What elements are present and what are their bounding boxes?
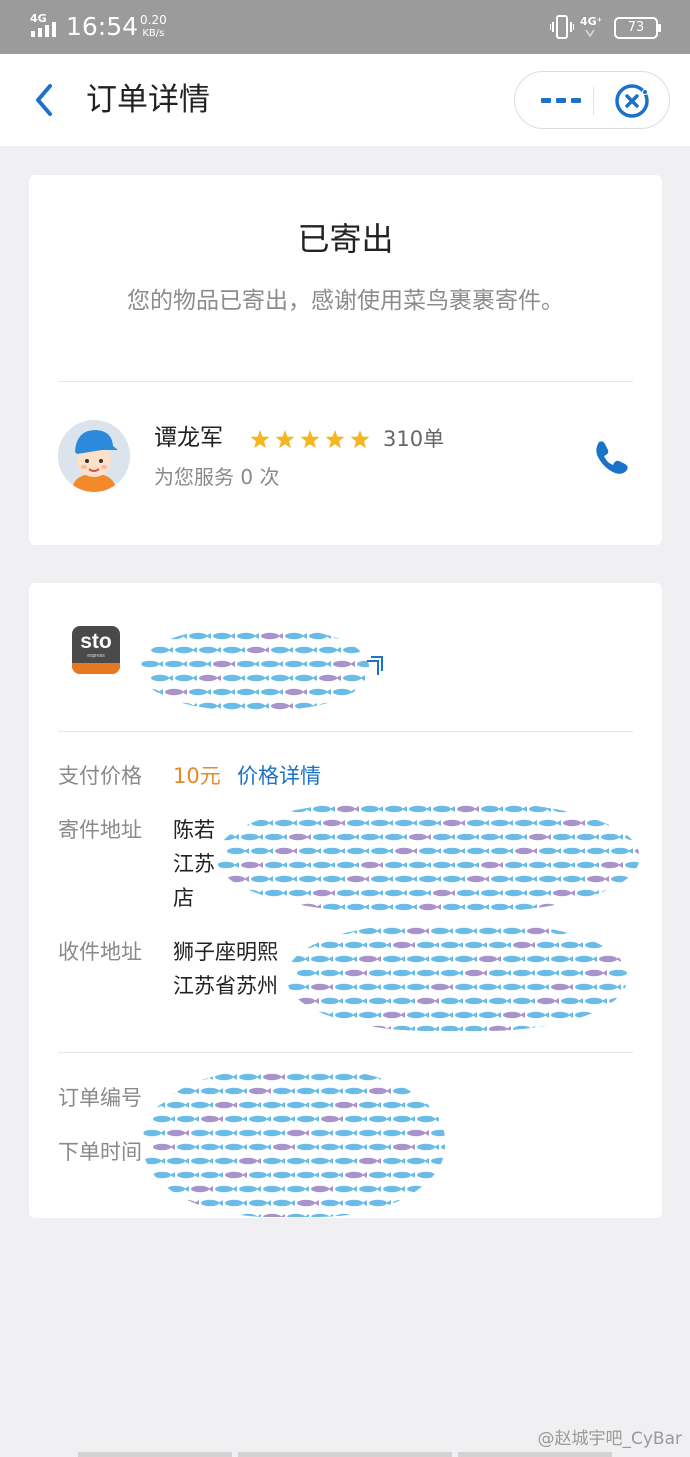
mini-app-capsule	[514, 71, 670, 129]
signal-icon: 4G	[30, 12, 56, 37]
svg-text:4G⁺: 4G⁺	[580, 15, 603, 28]
receiver-address-line-1: 狮子座明熙	[173, 940, 278, 964]
divider	[58, 381, 633, 382]
clock: 16:54	[66, 12, 139, 41]
redaction-pattern	[141, 632, 369, 710]
bottom-bar-segment	[78, 1452, 232, 1457]
price-label: 支付价格	[58, 764, 142, 788]
order-status-title: 已寄出	[297, 220, 394, 258]
star-icon	[250, 430, 270, 449]
close-circle-icon[interactable]	[609, 80, 655, 122]
vibrate-icon	[550, 15, 574, 39]
price-value: 10元	[173, 764, 221, 788]
receiver-address-line-2: 江苏省苏州	[173, 974, 278, 998]
star-icon	[275, 430, 295, 449]
network-4g-icon: 4G⁺	[580, 15, 603, 38]
order-detail-card: sto express 支付价格 10元 价格详情 寄件地址 陈若 江苏 店 收…	[29, 583, 662, 1218]
bottom-bar-segment	[458, 1452, 612, 1457]
carrier-logo-band	[72, 663, 120, 674]
redaction-scribble	[287, 923, 627, 1031]
svg-text:4G: 4G	[30, 12, 47, 25]
star-icon	[300, 430, 320, 449]
order-time-label: 下单时间	[58, 1140, 142, 1164]
battery-indicator: 73	[614, 17, 661, 39]
courier-avatar	[58, 420, 130, 492]
speed-value: 0.20	[140, 13, 167, 27]
redaction-scribble	[217, 801, 639, 913]
order-status-description: 您的物品已寄出，感谢使用菜鸟裹裹寄件。	[127, 288, 564, 314]
redaction-pattern	[143, 1073, 445, 1217]
carrier-logo: sto express	[72, 626, 120, 674]
redaction-scribble	[141, 628, 369, 710]
sender-address-label: 寄件地址	[58, 818, 142, 842]
courier-order-count: 310单	[383, 427, 445, 451]
status-bar: 4G 16:54 0.20 KB/s 4G⁺ 73	[0, 0, 690, 54]
redaction-scribble	[143, 1069, 445, 1217]
order-number-label: 订单编号	[58, 1086, 142, 1110]
phone-icon[interactable]	[591, 437, 631, 477]
redaction-pattern	[287, 927, 627, 1031]
star-icon	[325, 430, 345, 449]
divider	[58, 731, 633, 732]
capsule-divider	[593, 87, 594, 115]
carrier-logo-text: sto	[80, 630, 112, 653]
more-dots-icon[interactable]	[531, 80, 591, 120]
network-speed: 0.20 KB/s	[140, 13, 167, 41]
rating-stars	[250, 430, 370, 449]
copy-icon[interactable]	[364, 655, 384, 679]
sender-address-line-1: 陈若	[173, 818, 215, 842]
price-detail-link[interactable]: 价格详情	[237, 759, 321, 793]
courier-avatar-icon	[58, 420, 130, 492]
watermark: @赵城宇吧_CyBar	[537, 1429, 683, 1449]
back-icon[interactable]	[26, 78, 66, 122]
sender-address-line-2: 江苏	[173, 852, 215, 876]
courier-name: 谭龙军	[154, 425, 223, 451]
carrier-logo-subtext: express	[87, 653, 105, 659]
speed-unit: KB/s	[142, 28, 165, 39]
sender-address-line-3: 店	[173, 886, 194, 910]
page-title: 订单详情	[86, 82, 210, 118]
redaction-pattern	[217, 805, 639, 911]
status-card: 已寄出 您的物品已寄出，感谢使用菜鸟裹裹寄件。 谭龙军 310单 为您服务 0 …	[29, 175, 662, 545]
service-count: 为您服务 0 次	[154, 465, 280, 489]
divider	[58, 1052, 633, 1053]
bottom-bar-segment	[238, 1452, 452, 1457]
receiver-address-label: 收件地址	[58, 940, 142, 964]
nav-bar: 订单详情	[0, 54, 690, 146]
star-icon	[350, 430, 370, 449]
